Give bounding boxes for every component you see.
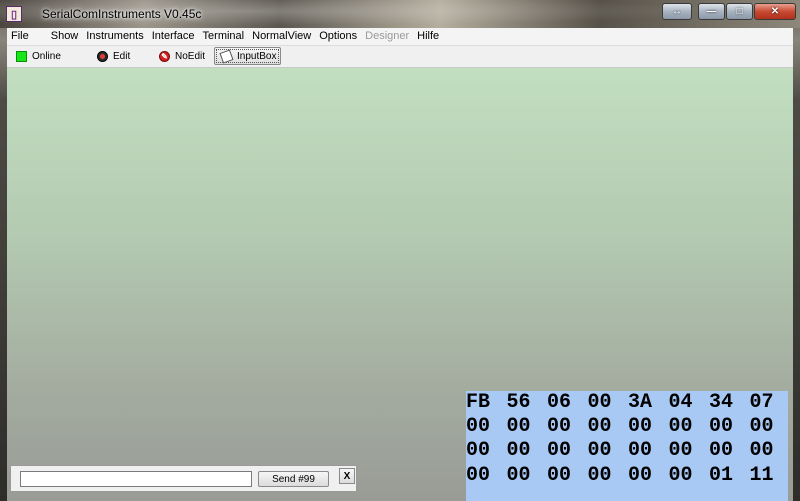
- hex-byte: 00: [668, 415, 693, 438]
- hex-byte: 00: [466, 415, 491, 438]
- menu-instruments[interactable]: Instruments: [82, 28, 147, 45]
- caption-buttons: ↔ — □ ✕: [662, 3, 796, 20]
- hex-byte: 00: [628, 439, 653, 462]
- hex-byte: 00: [709, 415, 734, 438]
- hex-byte: 01: [709, 464, 734, 487]
- close-window-button[interactable]: ✕: [754, 3, 796, 20]
- hex-byte: 00: [466, 464, 491, 487]
- hex-byte: 00: [506, 439, 531, 462]
- hex-byte: 00: [506, 415, 531, 438]
- hex-byte: 00: [587, 415, 612, 438]
- client-area: File Show Instruments Interface Terminal…: [7, 28, 793, 501]
- hex-byte: 00: [547, 464, 572, 487]
- hex-byte: 00: [668, 464, 693, 487]
- noedit-button[interactable]: ✎ NoEdit: [159, 47, 205, 65]
- app-icon[interactable]: ▯: [6, 6, 22, 22]
- hex-byte: 00: [587, 391, 612, 414]
- menu-designer: Designer: [365, 30, 410, 42]
- title-bar[interactable]: ▯ SerialComInstruments V0.45c ↔ — □ ✕: [0, 0, 800, 28]
- hex-byte: 00: [547, 415, 572, 438]
- hex-byte: 06: [547, 391, 572, 414]
- hex-byte: 00: [628, 415, 653, 438]
- edit-button[interactable]: Edit: [97, 47, 130, 65]
- inputbox-label: InputBox: [237, 50, 277, 62]
- hex-byte: 00: [709, 439, 734, 462]
- menu-bar: File Show Instruments Interface Terminal…: [7, 28, 793, 46]
- menu-normalview[interactable]: NormalView: [248, 28, 315, 45]
- hex-byte: 00: [506, 464, 531, 487]
- minimize-button[interactable]: —: [698, 3, 725, 20]
- inputbox-icon: [219, 48, 234, 64]
- hex-byte: 00: [587, 439, 612, 462]
- hex-byte: 00: [749, 415, 774, 438]
- hex-byte: 00: [587, 464, 612, 487]
- app-icon-glyph: ▯: [10, 8, 18, 21]
- application-window: ▯ SerialComInstruments V0.45c ↔ — □ ✕ Fi…: [0, 0, 800, 501]
- hex-byte: FB: [466, 391, 491, 414]
- hex-row: 00 00 00 00 00 00 00 00: [466, 439, 788, 463]
- hex-byte: 07: [749, 391, 774, 414]
- hex-byte: 34: [709, 391, 734, 414]
- toolbar: Online Edit ✎ NoEdit InputBox: [7, 46, 793, 68]
- hex-byte: 00: [547, 439, 572, 462]
- hex-byte: 00: [668, 439, 693, 462]
- online-button[interactable]: Online: [16, 47, 61, 65]
- maximize-button[interactable]: □: [726, 3, 753, 20]
- hex-row: FB 56 06 00 3A 04 34 07: [466, 391, 788, 415]
- send-button[interactable]: Send #99: [258, 471, 329, 487]
- edit-icon: [97, 50, 108, 62]
- menu-show[interactable]: Show: [47, 28, 83, 45]
- hex-byte: 04: [668, 391, 693, 414]
- menu-terminal[interactable]: Terminal: [199, 28, 249, 45]
- inputbox-panel: Send #99 X: [10, 465, 357, 492]
- restore-size-button[interactable]: ↔: [662, 3, 692, 20]
- hex-byte: 11: [749, 464, 774, 487]
- hex-byte: 00: [628, 464, 653, 487]
- window-title: SerialComInstruments V0.45c: [42, 7, 202, 21]
- menu-options[interactable]: Options: [315, 28, 361, 45]
- online-label: Online: [32, 50, 61, 62]
- no-edit-icon: ✎: [159, 50, 170, 62]
- send-input[interactable]: [20, 471, 252, 487]
- close-inputbox-button[interactable]: X: [339, 468, 355, 484]
- hex-byte: 00: [749, 439, 774, 462]
- menu-file[interactable]: File: [7, 28, 33, 45]
- green-status-led-icon: [16, 50, 27, 62]
- menu-interface[interactable]: Interface: [148, 28, 199, 45]
- inputbox-button[interactable]: InputBox: [214, 47, 281, 65]
- hex-row: 00 00 00 00 00 00 01 11: [466, 464, 788, 488]
- menu-hilfe[interactable]: Hilfe: [413, 28, 443, 45]
- hex-byte: 00: [466, 439, 491, 462]
- edit-label: Edit: [113, 50, 131, 62]
- noedit-label: NoEdit: [175, 50, 206, 62]
- hex-byte: 3A: [628, 391, 653, 414]
- hex-data-display: FB 56 06 00 3A 04 34 07 00 00 00 00 00 0…: [466, 391, 788, 501]
- hex-byte: 56: [506, 391, 531, 414]
- instrument-canvas[interactable]: Send #99 X FB 56 06 00 3A 04 34 07 00 00: [7, 68, 793, 501]
- hex-row: 00 00 00 00 00 00 00 00: [466, 415, 788, 439]
